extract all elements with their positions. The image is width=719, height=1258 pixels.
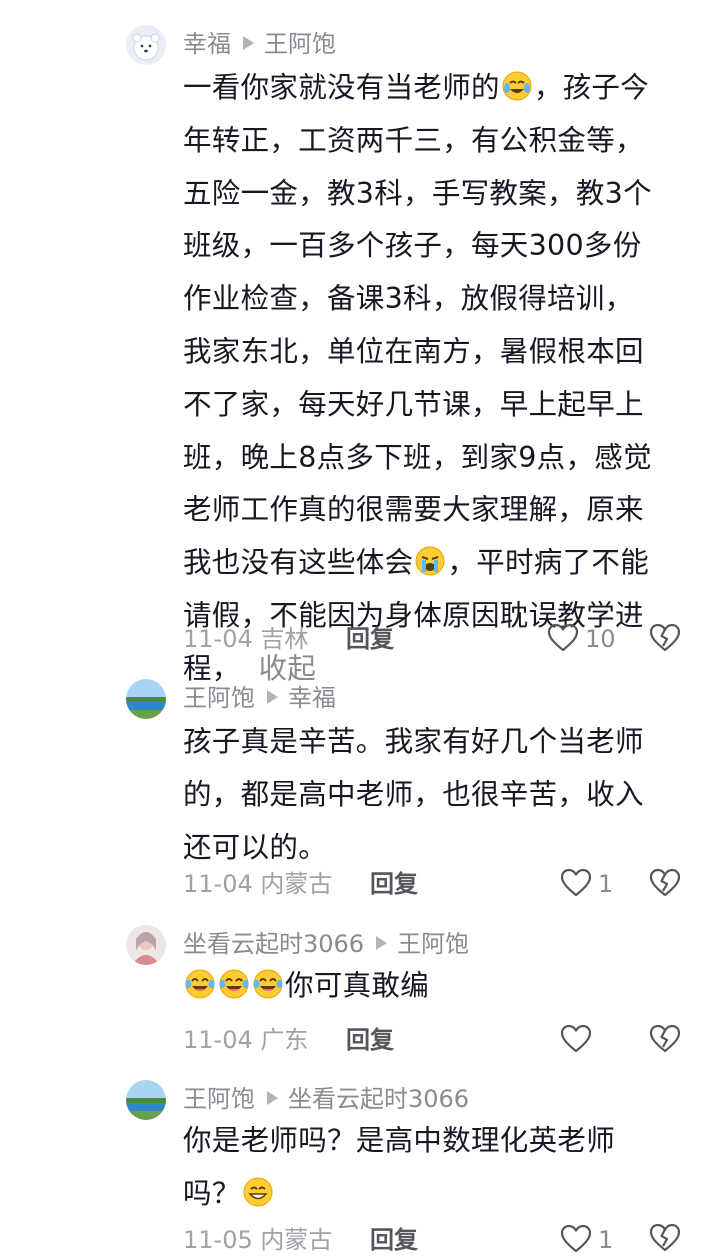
comment-line: 吗？ [183,1168,693,1221]
lake-landscape-avatar-icon [126,679,166,719]
comment-meta: 11-04 广东 回复 [183,1023,394,1057]
comment-meta: 11-04 内蒙古 回复 [183,867,418,901]
broken-heart-icon [649,1024,681,1053]
avatar[interactable] [126,679,166,719]
comment-meta: 11-05 内蒙古 回复 [183,1223,418,1257]
comment-date: 11-04 [183,870,253,898]
like-count: 1 [598,870,614,898]
like-button[interactable]: 1 [560,867,613,901]
comment-line: 老师工作真的很需要大家理解，原来 [183,493,644,527]
reply-button[interactable]: 回复 [346,625,394,653]
author-name[interactable]: 幸福 [183,30,231,58]
author-name[interactable]: 坐看云起时3066 [183,930,364,958]
comment-line: 年转正，工资两千三，有公积金等， [183,123,644,157]
comment-text: 你是老师吗？是高中数理化英老师 吗？ [183,1115,693,1221]
portrait-avatar-icon [126,925,166,965]
heart-outline-icon [560,868,592,897]
reply-to-name[interactable]: 王阿饱 [264,30,336,58]
dislike-button[interactable] [648,1023,682,1057]
comment-line: 班级，一百多个孩子，每天300多份 [183,229,642,263]
avatar[interactable] [126,925,166,965]
heart-outline-icon [547,623,579,652]
like-count: 1 [598,1226,614,1254]
reply-to-name[interactable]: 幸福 [288,684,336,712]
comment-date: 11-04 [183,625,253,653]
broken-heart-icon [649,868,681,897]
comment-date: 11-04 [183,1026,253,1054]
comment-meta: 11-04 吉林 回复 [183,622,394,656]
reply-button[interactable]: 回复 [370,870,418,898]
dislike-button[interactable] [648,622,682,656]
comment-header: 幸福 王阿饱 [183,27,336,61]
broken-heart-icon [649,1223,681,1252]
comment-line: 不了家，每天好几节课，早上起早上 [183,387,644,421]
heart-outline-icon [560,1224,592,1253]
like-count: 10 [585,625,616,653]
comment-text: 你可真敢编 [183,960,693,1013]
comment-line: 我也没有这些体会 ，平时病了不能 [183,537,693,590]
comment-date: 11-05 [183,1226,253,1254]
reply-arrow-icon [243,36,254,50]
comment-line: 班，晚上8点多下班，到家9点，感觉 [183,440,652,474]
comment-line: 孩子真是辛苦。我家有好几个当老师 [183,725,644,758]
comment-location: 内蒙古 [260,1226,333,1254]
broken-heart-icon [649,623,681,652]
reply-arrow-icon [267,690,278,704]
like-button[interactable] [560,1023,598,1057]
comment-location: 广东 [260,1026,309,1054]
comment-header: 王阿饱 坐看云起时3066 [183,1082,469,1116]
dislike-button[interactable] [648,1222,682,1256]
reply-arrow-icon [267,1091,278,1105]
avatar[interactable] [126,25,166,65]
comment-location: 吉林 [260,625,309,653]
comment-text: 一看你家就没有当老师的 ，孩子今 年转正，工资两千三，有公积金等， 五险一金，教3… [183,62,693,696]
polar-bear-avatar-icon [126,25,166,65]
heart-outline-icon [560,1024,592,1053]
comment-line: 五险一金，教3科，手写教案，教3个 [183,176,652,210]
author-name[interactable]: 王阿饱 [183,1085,255,1113]
comment-line: 你可真敢编 [183,960,693,1013]
reply-button[interactable]: 回复 [346,1026,394,1054]
like-button[interactable]: 10 [547,622,616,656]
comment-line: 一看你家就没有当老师的 ，孩子今 [183,62,693,115]
tears-of-joy-emoji-icon [252,965,284,999]
dislike-button[interactable] [648,867,682,901]
author-name[interactable]: 王阿饱 [183,684,255,712]
comment-line: 作业检查，备课3科，放假得培训， [183,282,634,316]
tears-of-joy-emoji-icon [218,965,250,999]
lake-landscape-avatar-icon [126,1080,166,1120]
tears-of-joy-emoji-icon [184,965,216,999]
laugh-cry-emoji-icon [501,67,533,101]
collapse-button[interactable]: 收起 [259,652,317,685]
avatar[interactable] [126,1080,166,1120]
reply-to-name[interactable]: 坐看云起时3066 [288,1085,469,1113]
comment-location: 内蒙古 [260,870,333,898]
comment-text: 孩子真是辛苦。我家有好几个当老师 的，都是高中老师，也很辛苦，收入 还可以的。 [183,716,693,874]
like-button[interactable]: 1 [560,1223,613,1257]
comment-header: 坐看云起时3066 王阿饱 [183,927,469,961]
reply-to-name[interactable]: 王阿饱 [397,930,469,958]
comment-line: 你是老师吗？是高中数理化英老师 [183,1124,616,1157]
loudly-crying-emoji-icon [414,542,446,576]
comment-line: 的，都是高中老师，也很辛苦，收入 [183,777,644,811]
reply-arrow-icon [376,936,388,950]
grinning-emoji-icon [242,1173,274,1207]
comment-line: 我家东北，单位在南方，暑假根本回 [183,334,644,368]
reply-button[interactable]: 回复 [370,1226,418,1254]
comment-header: 王阿饱 幸福 [183,681,336,715]
